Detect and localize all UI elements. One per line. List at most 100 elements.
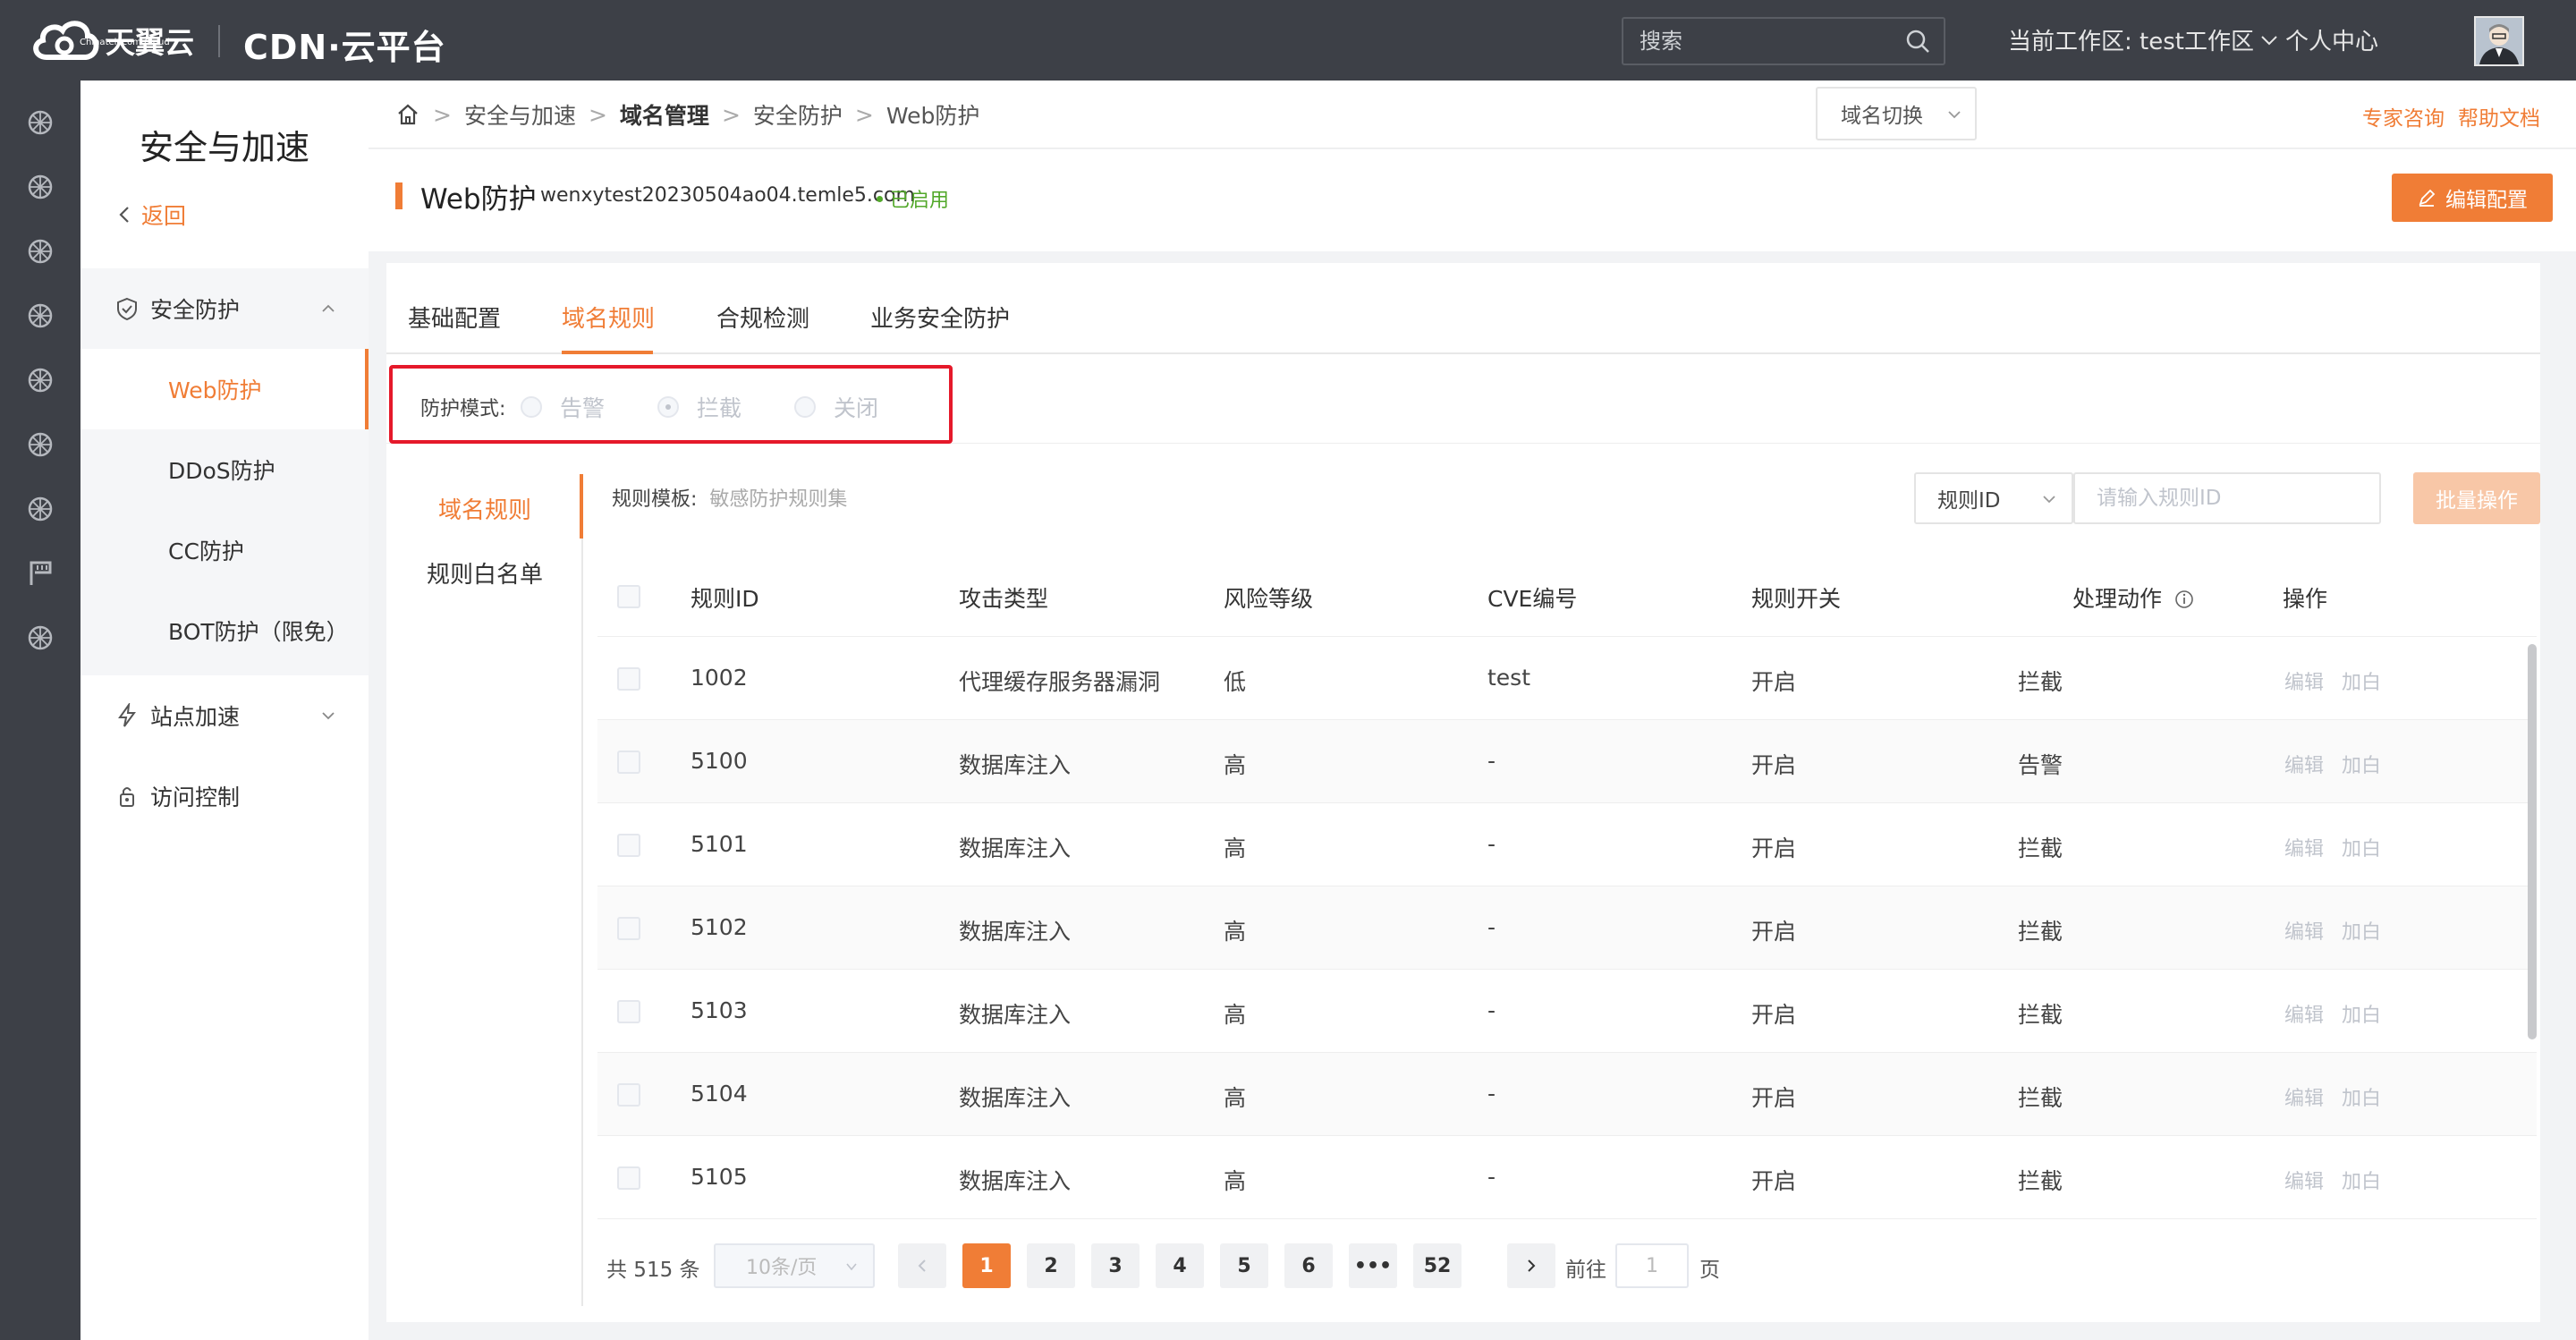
global-search[interactable] [1622,17,1945,65]
sidebar-item-label: 访问控制 [150,784,241,810]
expert-consult-link[interactable]: 专家咨询 [2362,101,2445,131]
whitelist-rule-link[interactable]: 加白 [2342,750,2381,778]
rule-id-input[interactable] [2073,472,2381,524]
table-cell: 数据库注入 [959,835,1072,861]
avatar[interactable] [2474,16,2524,66]
select-all-checkbox[interactable] [617,585,640,608]
edit-rule-link[interactable]: 编辑 [2284,666,2324,695]
row-checkbox[interactable] [617,751,640,774]
table-cell: 高 [1224,1085,1247,1111]
tab-business-security[interactable]: 业务安全防护 [870,301,1010,334]
table-cell: 1002 [691,665,748,691]
page-number-button[interactable]: ••• [1349,1243,1397,1288]
table-cell: test [1487,665,1531,691]
product-icon-1[interactable] [25,107,55,138]
row-checkbox[interactable] [617,834,640,857]
sidebar-item-ddos[interactable]: DDoS防护 [80,429,369,510]
page-number-button[interactable]: 1 [962,1243,1011,1288]
whitelist-rule-link[interactable]: 加白 [2342,666,2381,695]
subnav-domain-rules[interactable]: 域名规则 [386,492,583,525]
edit-rule-link[interactable]: 编辑 [2284,916,2324,945]
active-tab-indicator [562,351,653,354]
tab-compliance[interactable]: 合规检测 [716,301,809,334]
status-text: 已启用 [890,190,950,212]
row-checkbox[interactable] [617,917,640,940]
row-checkbox[interactable] [617,1083,640,1107]
search-icon[interactable] [1904,28,1931,55]
tab-basic-config[interactable]: 基础配置 [408,301,501,334]
whitelist-rule-link[interactable]: 加白 [2342,1082,2381,1111]
row-checkbox[interactable] [617,1000,640,1023]
filter-field-select[interactable]: 规则ID [1914,472,2073,524]
table-cell: 告警 [2018,752,2063,778]
flag-icon[interactable] [25,558,55,589]
page-number-button[interactable]: 2 [1027,1243,1075,1288]
help-docs-link[interactable]: 帮助文档 [2458,101,2540,131]
tab-domain-rules[interactable]: 域名规则 [562,301,655,334]
sidebar-item-cc[interactable]: CC防护 [80,510,369,590]
domain-switch-select[interactable]: 域名切换 [1816,87,1977,140]
edit-rule-link[interactable]: 编辑 [2284,833,2324,861]
table-cell: 拦截 [2018,669,2063,695]
goto-page-input[interactable] [1615,1243,1689,1288]
sidebar-item-security[interactable]: 安全防护 [80,268,369,349]
subnav-rule-whitelist[interactable]: 规则白名单 [386,556,583,589]
back-link[interactable]: 返回 [116,199,186,231]
sidebar-item-bot[interactable]: BOT防护（限免） [80,590,369,671]
sidebar-item-web-protection[interactable]: Web防护 [80,349,369,429]
table-cell: - [1487,1081,1496,1107]
page-number-button[interactable]: 6 [1284,1243,1333,1288]
edit-rule-link[interactable]: 编辑 [2284,999,2324,1028]
home-icon[interactable] [395,102,420,127]
batch-operation-button[interactable]: 批量操作 [2413,472,2540,524]
whitelist-rule-link[interactable]: 加白 [2342,1166,2381,1194]
edit-rule-link[interactable]: 编辑 [2284,1166,2324,1194]
whitelist-rule-link[interactable]: 加白 [2342,833,2381,861]
table-scrollbar[interactable] [2528,644,2537,1039]
table-cell: 高 [1224,1168,1247,1194]
domain-name: wenxytest20230504ao04.temle5.com [540,184,915,207]
product-icon-6[interactable] [25,429,55,460]
workspace-label: 当前工作区: test工作区 [2008,29,2254,55]
chevron-down-icon [2261,35,2277,45]
page-size-select[interactable]: 10条/页 [714,1243,875,1288]
chevron-down-icon [2043,496,2055,504]
row-checkbox[interactable] [617,1166,640,1190]
page-header: Web防护 wenxytest20230504ao04.temle5.com 已… [369,149,2576,251]
sidebar-item-access-control[interactable]: 访问控制 [80,756,369,836]
breadcrumb-item[interactable]: 安全防护 [753,98,843,131]
edit-rule-link[interactable]: 编辑 [2284,1082,2324,1111]
product-icon-3[interactable] [25,236,55,267]
prev-page-button[interactable] [898,1243,946,1288]
row-checkbox[interactable] [617,667,640,691]
table-cell: 拦截 [2018,919,2063,945]
breadcrumb-item[interactable]: 域名管理 [620,98,709,131]
product-icon-4[interactable] [25,301,55,331]
breadcrumb-item[interactable]: 安全与加速 [464,98,576,131]
product-icon-7[interactable] [25,494,55,524]
page-number-button[interactable]: 52 [1413,1243,1462,1288]
goto-label: 前往 [1565,1259,1606,1282]
product-icon-5[interactable] [25,365,55,395]
breadcrumb-separator: > [588,101,607,128]
breadcrumb-separator: > [854,101,874,128]
sidebar-item-acceleration[interactable]: 站点加速 [80,675,369,756]
workspace-selector[interactable]: 当前工作区: test工作区 [2008,23,2279,56]
search-input[interactable] [1623,19,1892,64]
page-number-button[interactable]: 5 [1220,1243,1268,1288]
status-badge: 已启用 [877,184,949,213]
product-icon-2[interactable] [25,172,55,202]
page-number-button[interactable]: 3 [1091,1243,1140,1288]
next-page-button[interactable] [1507,1243,1555,1288]
table-cell: 开启 [1751,669,1797,695]
whitelist-rule-link[interactable]: 加白 [2342,916,2381,945]
personal-center-link[interactable]: 个人中心 [2285,23,2378,56]
table-row: 1002 代理缓存服务器漏洞 低 test 开启 拦截 编辑 加白 [597,637,2537,720]
whitelist-rule-link[interactable]: 加白 [2342,999,2381,1028]
secondary-sidebar: 安全与加速 返回 安全防护 Web防护 DDoS防护 CC防护 BOT防护（限免… [80,81,369,1340]
product-icon-8[interactable] [25,623,55,653]
edit-rule-link[interactable]: 编辑 [2284,750,2324,778]
page-number-button[interactable]: 4 [1156,1243,1204,1288]
info-icon[interactable] [2174,589,2194,609]
edit-config-button[interactable]: 编辑配置 [2392,174,2553,222]
